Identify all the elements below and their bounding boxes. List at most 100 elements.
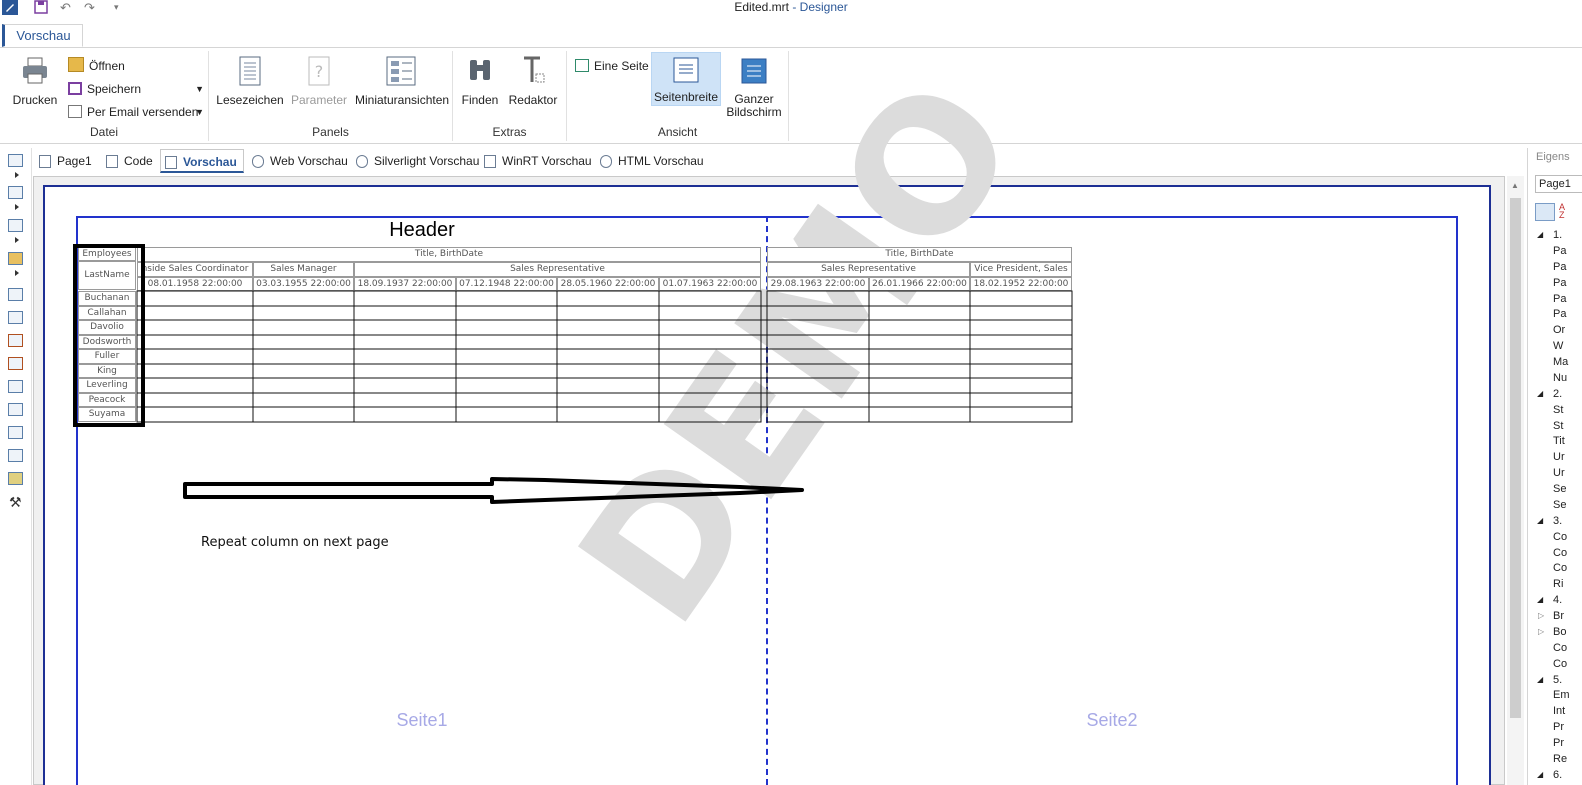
page-component-icon[interactable] — [8, 288, 23, 301]
tab-web-vorschau[interactable]: Web Vorschau — [252, 149, 348, 173]
property-item[interactable]: Nu — [1553, 372, 1567, 384]
save-button[interactable]: Speichern ▼ — [68, 79, 204, 99]
property-item[interactable]: Co — [1553, 562, 1567, 574]
expand-arrow-icon[interactable] — [15, 172, 19, 178]
save-dropdown-icon[interactable]: ▼ — [195, 79, 204, 99]
cross-tab-icon[interactable] — [8, 449, 23, 462]
collapse-icon[interactable]: ◢ — [1537, 675, 1543, 684]
data-band-icon[interactable] — [8, 219, 23, 232]
property-item[interactable]: Pa — [1553, 261, 1566, 273]
property-item[interactable]: Br — [1553, 610, 1564, 622]
tab-code-label: Code — [124, 154, 153, 168]
property-item[interactable]: Co — [1553, 658, 1567, 670]
property-item[interactable]: Int — [1553, 705, 1565, 717]
expand-arrow-icon[interactable] — [15, 237, 19, 243]
category-1[interactable]: 1. — [1553, 229, 1562, 241]
editor-button[interactable]: Redaktor — [507, 56, 559, 107]
expand-icon[interactable]: ▷ — [1538, 627, 1544, 636]
alphabetical-view-icon[interactable]: AZ — [1559, 203, 1565, 220]
tab-vorschau[interactable]: Vorschau — [160, 149, 244, 173]
property-item[interactable]: Se — [1553, 483, 1566, 495]
html-preview-icon — [600, 155, 612, 168]
thumbnails-button[interactable]: Miniaturansichten — [355, 56, 449, 107]
silverlight-preview-icon — [356, 155, 368, 168]
expand-arrow-icon[interactable] — [15, 270, 19, 276]
vertical-scrollbar[interactable]: ▲ — [1507, 176, 1524, 785]
category-4[interactable]: 4. — [1553, 594, 1562, 606]
property-item[interactable]: Co — [1553, 547, 1567, 559]
rich-text-icon[interactable] — [8, 334, 23, 347]
email-dropdown-icon[interactable]: ▼ — [195, 102, 204, 122]
property-item[interactable]: St — [1553, 420, 1563, 432]
fullscreen-button[interactable]: Ganzer Bildschirm — [724, 56, 784, 119]
document-tabs: Page1 Code Vorschau Web Vorschau Silverl… — [33, 149, 1523, 173]
tab-html-vorschau[interactable]: HTML Vorschau — [600, 149, 704, 173]
property-item[interactable]: Co — [1553, 642, 1567, 654]
report-title-band-icon[interactable] — [8, 154, 23, 167]
tab-winrt-vorschau[interactable]: WinRT Vorschau — [484, 149, 592, 173]
tools-icon[interactable]: ⚒ — [9, 494, 22, 511]
one-page-label: Eine Seite — [594, 59, 649, 73]
panel-component-icon[interactable] — [8, 380, 23, 393]
property-item[interactable]: Em — [1553, 689, 1570, 701]
ribbon-tab-vorschau[interactable]: Vorschau — [2, 24, 83, 47]
category-3[interactable]: 3. — [1553, 515, 1562, 527]
property-item[interactable]: Bo — [1553, 626, 1566, 638]
property-item[interactable]: Pr — [1553, 721, 1564, 733]
save-label: Speichern — [87, 82, 142, 96]
scroll-up-icon[interactable]: ▲ — [1511, 181, 1519, 190]
image-component-icon[interactable] — [8, 252, 23, 265]
expand-arrow-icon[interactable] — [15, 204, 19, 210]
category-5[interactable]: 5. — [1553, 674, 1562, 686]
parameters-button[interactable]: ? Parameter — [289, 56, 349, 107]
object-selector[interactable]: Page1 — [1535, 175, 1582, 193]
page-width-button[interactable]: Seitenbreite — [651, 52, 721, 106]
component-toolbox: ⚒ — [0, 148, 32, 785]
property-item[interactable]: Pa — [1553, 293, 1566, 305]
property-item[interactable]: Pr — [1553, 737, 1564, 749]
tab-code[interactable]: Code — [106, 149, 153, 173]
property-item[interactable]: Ur — [1553, 467, 1565, 479]
property-item[interactable]: Se — [1553, 499, 1566, 511]
property-item[interactable]: Ma — [1553, 356, 1568, 368]
scroll-thumb[interactable] — [1510, 198, 1521, 718]
open-button[interactable]: Öffnen — [68, 56, 125, 76]
file-name: Edited.mrt — [734, 0, 789, 14]
tab-silverlight-vorschau[interactable]: Silverlight Vorschau — [356, 149, 479, 173]
property-item[interactable]: Or — [1553, 324, 1565, 336]
email-button[interactable]: Per Email versenden ▼ — [68, 102, 204, 122]
printer-icon — [10, 56, 60, 89]
collapse-icon[interactable]: ◢ — [1537, 389, 1543, 398]
bookmarks-label: Lesezeichen — [216, 93, 284, 107]
category-2[interactable]: 2. — [1553, 388, 1562, 400]
one-page-button[interactable]: Eine Seite — [575, 56, 649, 76]
text-field-icon[interactable] — [8, 357, 23, 370]
property-item[interactable]: Pa — [1553, 308, 1566, 320]
footer-band-icon[interactable] — [8, 403, 23, 416]
text-component-icon[interactable] — [8, 311, 23, 324]
collapse-icon[interactable]: ◢ — [1537, 770, 1543, 779]
property-item[interactable]: W — [1553, 340, 1563, 352]
property-item[interactable]: St — [1553, 404, 1563, 416]
categorized-view-icon[interactable] — [1535, 203, 1555, 221]
group-label-panels: Panels — [312, 125, 349, 139]
property-item[interactable]: Tit — [1553, 435, 1565, 447]
bookmarks-button[interactable]: Lesezeichen — [214, 56, 286, 107]
collapse-icon[interactable]: ◢ — [1537, 230, 1543, 239]
table-component-icon[interactable] — [8, 426, 23, 439]
find-button[interactable]: Finden — [459, 56, 501, 107]
property-item[interactable]: Pa — [1553, 245, 1566, 257]
collapse-icon[interactable]: ◢ — [1537, 595, 1543, 604]
collapse-icon[interactable]: ◢ — [1537, 516, 1543, 525]
property-item[interactable]: Co — [1553, 531, 1567, 543]
tab-page1[interactable]: Page1 — [39, 149, 92, 173]
category-6[interactable]: 6. — [1553, 769, 1562, 781]
property-item[interactable]: Pa — [1553, 277, 1566, 289]
property-item[interactable]: Ur — [1553, 451, 1565, 463]
property-item[interactable]: Ri — [1553, 578, 1563, 590]
property-item[interactable]: Re — [1553, 753, 1567, 765]
picture-icon[interactable] — [8, 472, 23, 485]
print-button[interactable]: Drucken — [10, 56, 60, 107]
expand-icon[interactable]: ▷ — [1538, 611, 1544, 620]
header-band-icon[interactable] — [8, 186, 23, 199]
